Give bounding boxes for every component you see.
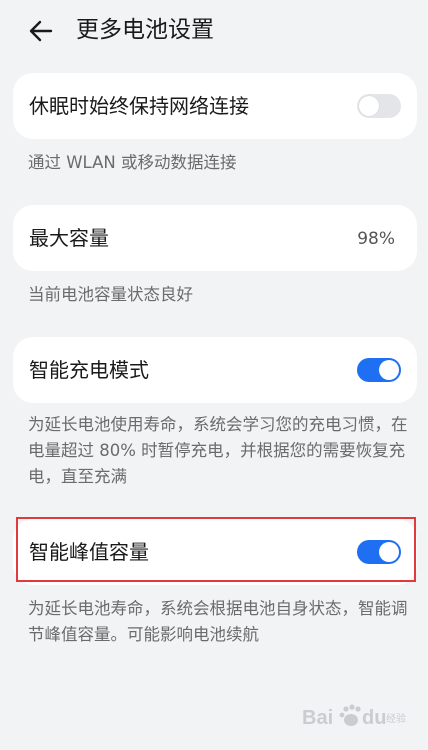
setting-description: 为延长电池寿命，系统会根据电池自身状态，智能调节峰值容量。可能影响电池续航	[28, 599, 408, 644]
toggle-knob	[379, 360, 399, 380]
page-title: 更多电池设置	[76, 17, 214, 43]
baidu-paw-logo-icon: Bai du 经验	[302, 704, 406, 729]
max-capacity-value: 98%	[357, 229, 395, 249]
setting-description: 当前电池容量状态良好	[28, 285, 193, 304]
svg-text:du: du	[362, 707, 386, 729]
setting-description: 为延长电池使用寿命，系统会学习您的充电习惯，在电量超过 80% 时暂停充电，并根…	[28, 415, 408, 486]
setting-smart-peak-capacity[interactable]: 智能峰值容量	[13, 519, 417, 585]
setting-title: 最大容量	[29, 226, 109, 250]
svg-text:Bai: Bai	[302, 707, 333, 729]
setting-smart-charging[interactable]: 智能充电模式	[13, 337, 417, 403]
toggle-knob	[379, 542, 399, 562]
svg-text:经验: 经验	[386, 712, 406, 725]
setting-title: 智能峰值容量	[29, 540, 149, 564]
setting-description: 通过 WLAN 或移动数据连接	[28, 153, 237, 172]
header: 更多电池设置	[0, 0, 428, 62]
smart-charging-toggle[interactable]	[357, 358, 401, 382]
smart-peak-capacity-toggle[interactable]	[357, 540, 401, 564]
setting-max-capacity[interactable]: 最大容量 98%	[13, 205, 417, 271]
toggle-knob	[359, 96, 379, 116]
setting-title: 休眠时始终保持网络连接	[29, 94, 249, 118]
setting-keep-network-on-sleep[interactable]: 休眠时始终保持网络连接	[13, 73, 417, 139]
setting-title: 智能充电模式	[29, 358, 149, 382]
arrow-left-icon[interactable]	[26, 16, 56, 46]
keep-network-toggle[interactable]	[357, 94, 401, 118]
